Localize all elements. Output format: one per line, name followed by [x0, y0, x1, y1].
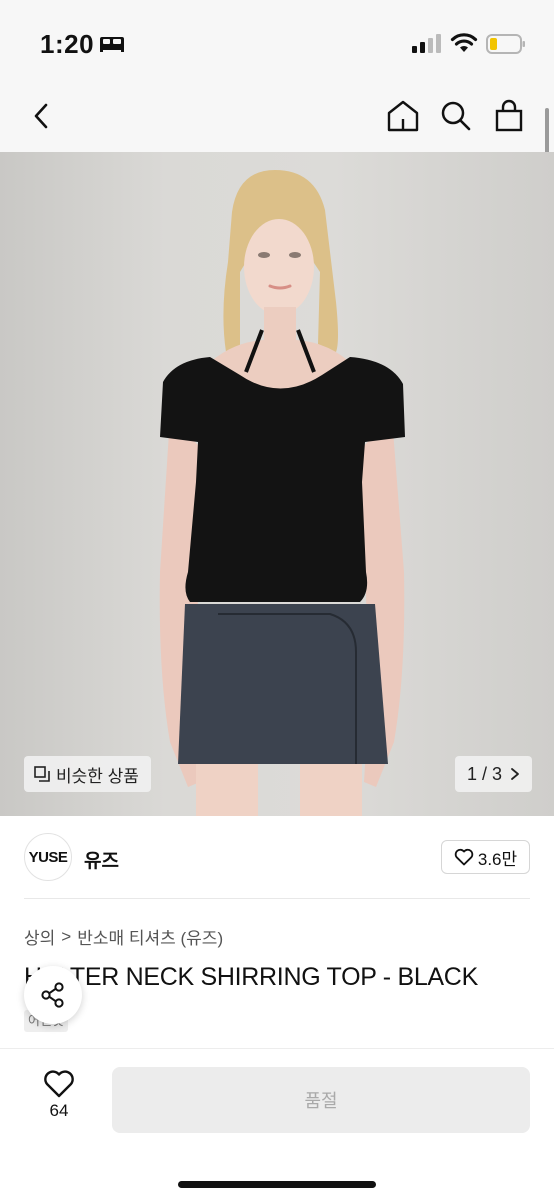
home-indicator[interactable] — [178, 1181, 376, 1188]
heart-outline-icon — [454, 848, 474, 866]
chevron-right-icon — [511, 768, 519, 780]
status-bar: 1:20 — [0, 0, 554, 90]
shopping-bag-button[interactable] — [487, 94, 531, 138]
product-title: HALTER NECK SHIRRING TOP - BLACK — [24, 963, 478, 991]
heart-outline-icon — [44, 1070, 74, 1098]
bottom-action-bar: 64 품절 — [0, 1048, 554, 1200]
shopping-bag-icon — [495, 99, 523, 132]
cellular-signal-icon — [412, 34, 441, 53]
page-indicator-text: 1 / 3 — [467, 763, 503, 784]
section-divider — [24, 898, 530, 899]
wishlist-count: 64 — [49, 1101, 69, 1120]
product-image-gallery[interactable]: 비슷한 상품 1 / 3 — [0, 152, 554, 816]
breadcrumb-subcategory[interactable]: 반소매 티셔츠 (유즈) — [77, 924, 223, 949]
shop-name[interactable]: 유즈 — [84, 846, 119, 873]
share-button[interactable] — [24, 966, 82, 1024]
home-button[interactable] — [381, 94, 425, 138]
similar-products-label: 비슷한 상품 — [56, 766, 139, 786]
sleep-focus-icon — [100, 37, 124, 52]
breadcrumb: 상의 > 반소매 티셔츠 (유즈) — [24, 924, 223, 949]
product-photo — [159, 170, 405, 816]
similar-products-button[interactable]: 비슷한 상품 — [24, 756, 151, 792]
battery-icon — [486, 34, 525, 54]
shop-info-row: YUSE 유즈 3.6만 — [0, 816, 554, 900]
sold-out-button[interactable]: 품절 — [112, 1067, 530, 1133]
shop-like-count: 3.6만 — [477, 849, 518, 869]
chevron-left-icon — [34, 103, 48, 129]
wishlist-button[interactable]: 64 — [30, 1069, 88, 1129]
search-button[interactable] — [434, 94, 478, 138]
home-icon — [387, 100, 419, 132]
breadcrumb-separator: > — [61, 926, 72, 946]
status-time: 1:20 — [40, 29, 95, 59]
copy-squares-icon — [34, 766, 50, 782]
shop-logo[interactable]: YUSE — [24, 833, 72, 881]
back-button[interactable] — [20, 94, 64, 138]
shop-like-button[interactable]: 3.6만 — [441, 840, 530, 874]
breadcrumb-category[interactable]: 상의 — [24, 924, 55, 949]
image-page-indicator[interactable]: 1 / 3 — [455, 756, 533, 792]
top-nav-bar — [0, 90, 554, 152]
search-icon — [441, 101, 471, 131]
share-icon — [41, 982, 64, 1008]
wifi-icon — [450, 33, 478, 52]
